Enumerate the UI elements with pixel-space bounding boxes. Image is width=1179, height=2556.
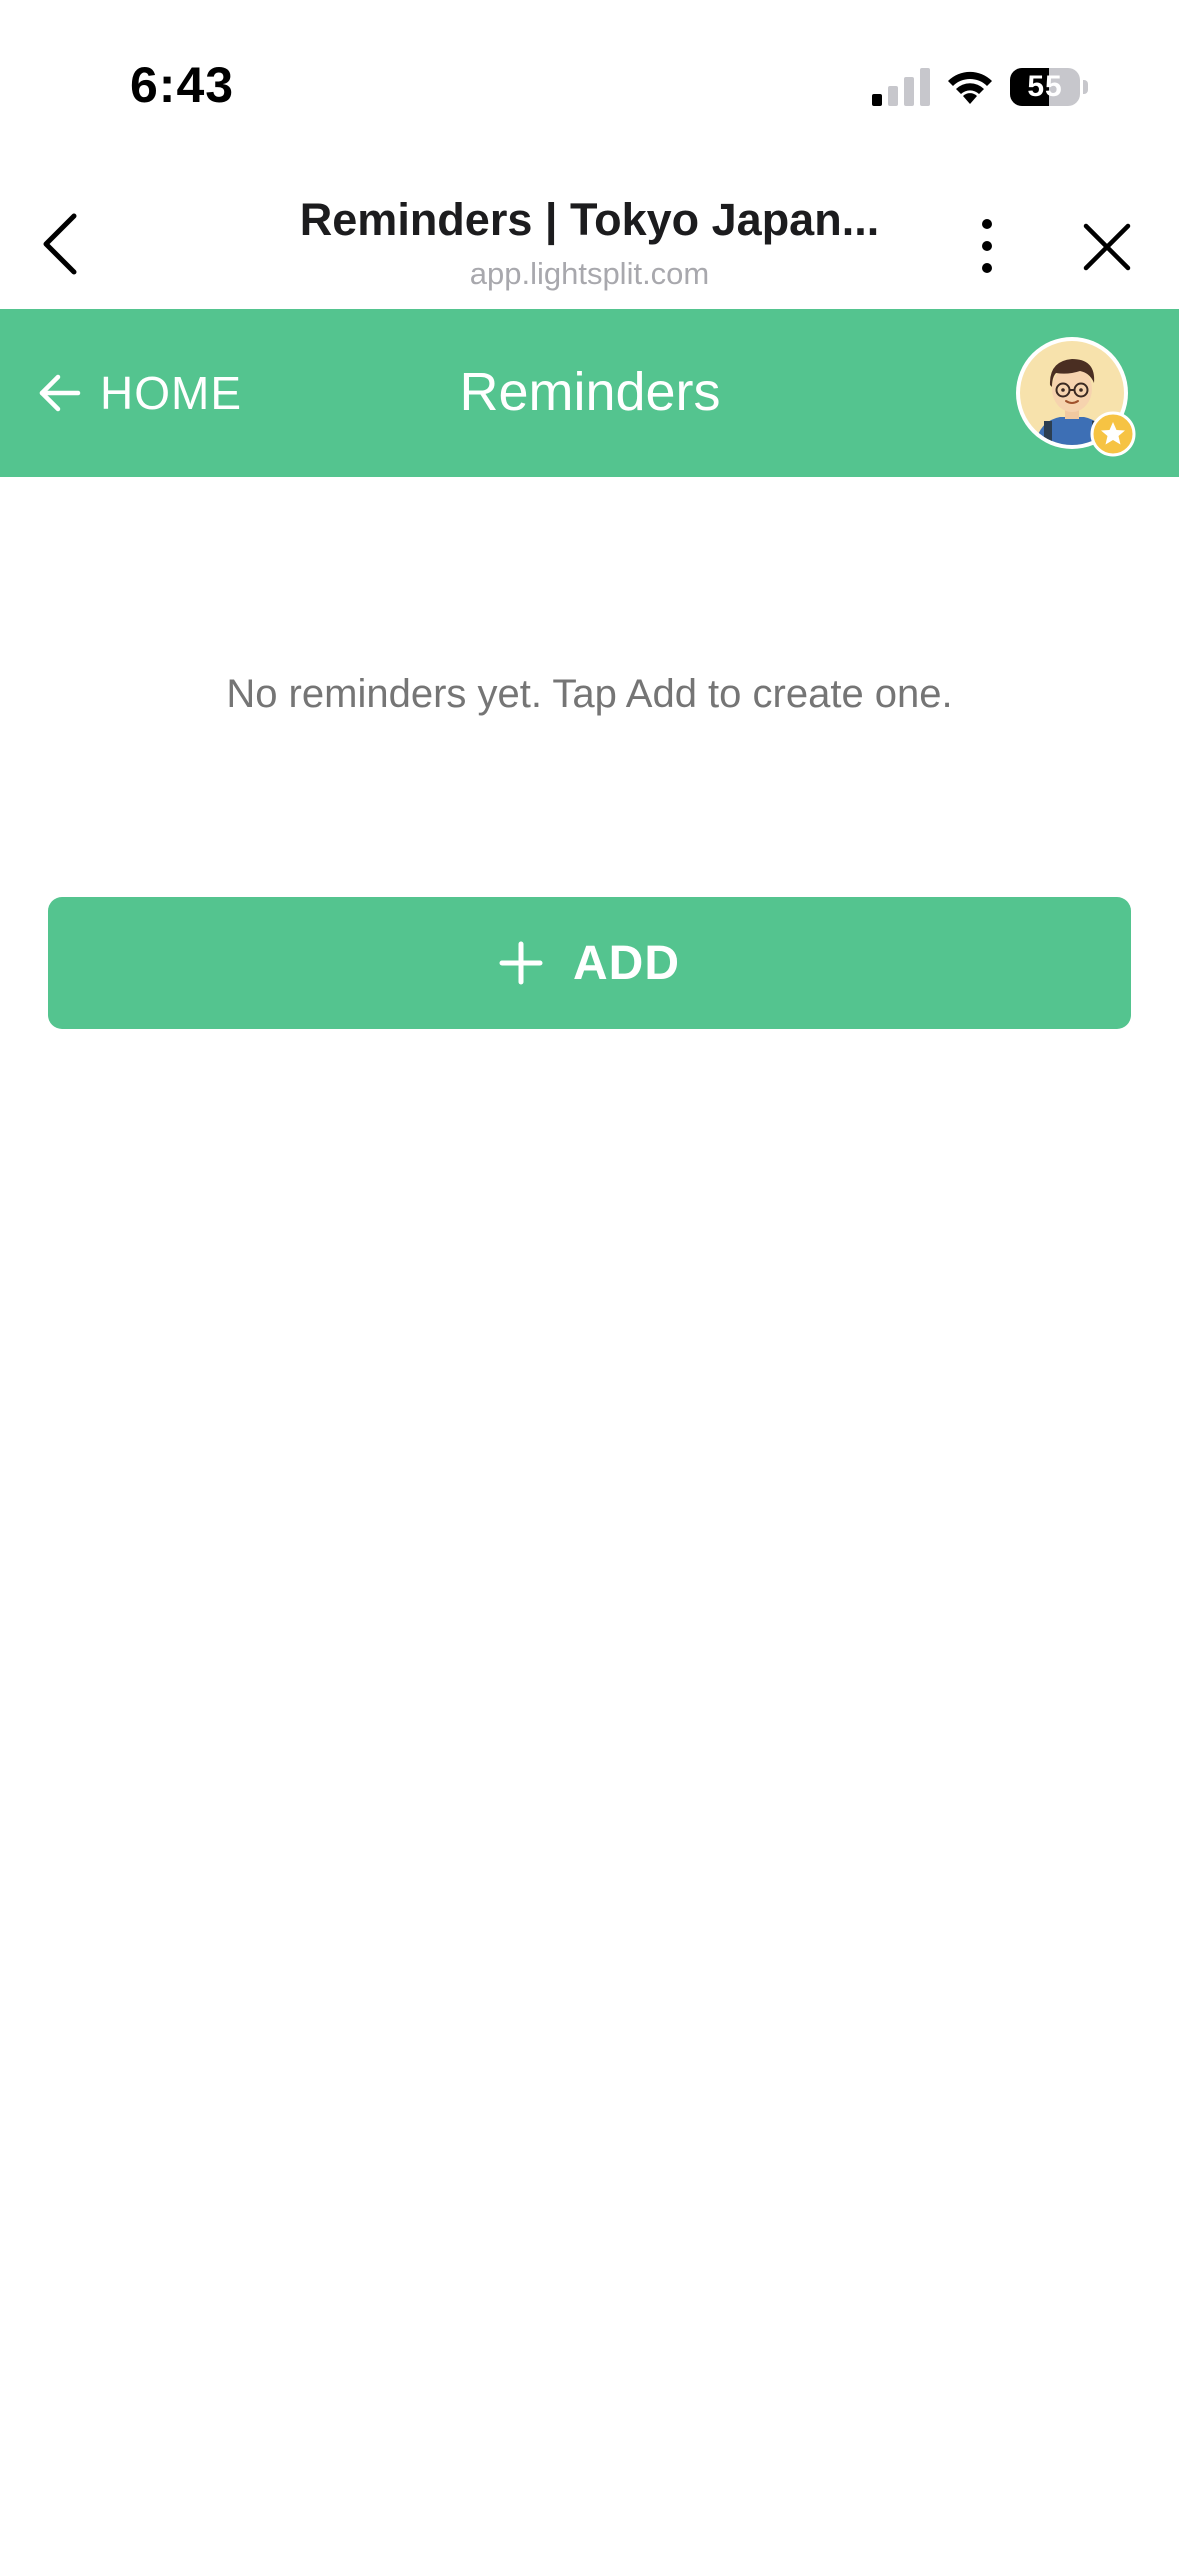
browser-url: app.lightsplit.com — [469, 256, 710, 291]
battery-icon: 55 — [1010, 68, 1088, 106]
wifi-icon — [948, 71, 992, 104]
close-icon[interactable] — [1082, 222, 1132, 272]
chevron-left-icon[interactable] — [38, 212, 82, 276]
add-button-label: ADD — [573, 936, 680, 990]
more-vertical-icon[interactable] — [970, 218, 1004, 274]
home-button[interactable]: HOME — [38, 359, 242, 427]
home-label: HOME — [100, 367, 242, 419]
arrow-left-icon — [39, 374, 81, 412]
plus-icon — [499, 941, 543, 985]
battery-percent: 55 — [1027, 70, 1063, 103]
star-badge-icon — [1090, 411, 1136, 457]
browser-page-title: Reminders | Tokyo Japan... — [299, 194, 880, 245]
app-bar: HOME Reminders — [0, 309, 1179, 477]
empty-state-message: No reminders yet. Tap Add to create one. — [226, 672, 953, 716]
cellular-signal-icon — [872, 68, 930, 106]
add-reminder-button[interactable]: ADD — [48, 897, 1131, 1029]
status-time: 6:43 — [130, 57, 235, 113]
page-title: Reminders — [459, 362, 721, 422]
page: 6:43 55 Reminders | Tokyo Japan... app.l… — [0, 0, 1179, 2556]
browser-header: Reminders | Tokyo Japan... app.lightspli… — [0, 170, 1179, 309]
status-bar: 6:43 55 — [0, 0, 1179, 170]
